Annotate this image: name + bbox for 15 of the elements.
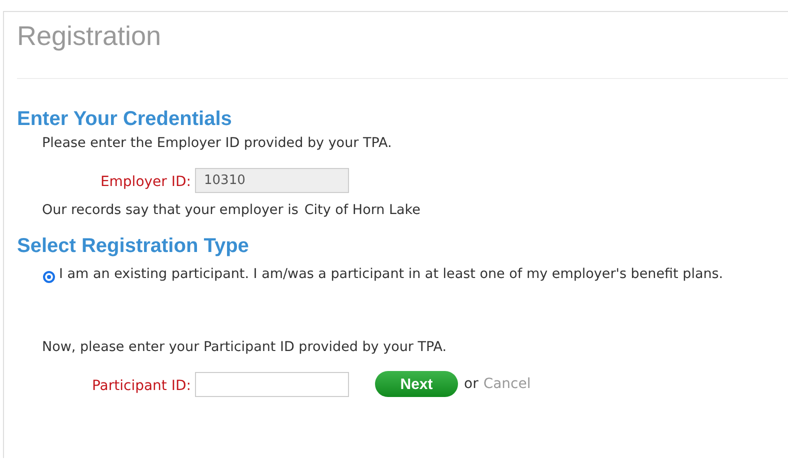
radio-button[interactable] — [43, 271, 55, 283]
section-heading: Select Registration Type — [17, 234, 250, 258]
page-title: Registration — [17, 20, 162, 52]
participant-id-field[interactable] — [195, 372, 349, 396]
cancel-link[interactable]: Cancel — [483, 376, 531, 392]
field-label: Participant ID: — [90, 378, 191, 394]
section-heading: Enter Your Credentials — [17, 107, 233, 131]
field-label: Employer ID: — [99, 174, 191, 190]
or-text: or — [464, 376, 478, 392]
instruction-text: Now, please enter your Participant ID provided by your TPA. — [42, 338, 448, 357]
instruction-text: Please enter the Employer ID provided by your TPA. — [42, 134, 393, 153]
option-label: I am an existing participant. I am/was a participant in at least one of my employer's benefit plans. — [59, 266, 724, 282]
records-text: Our records say that your employer is — [42, 201, 298, 220]
next-button[interactable]: Next — [375, 371, 458, 397]
employer-name: City of Horn Lake — [304, 201, 420, 220]
